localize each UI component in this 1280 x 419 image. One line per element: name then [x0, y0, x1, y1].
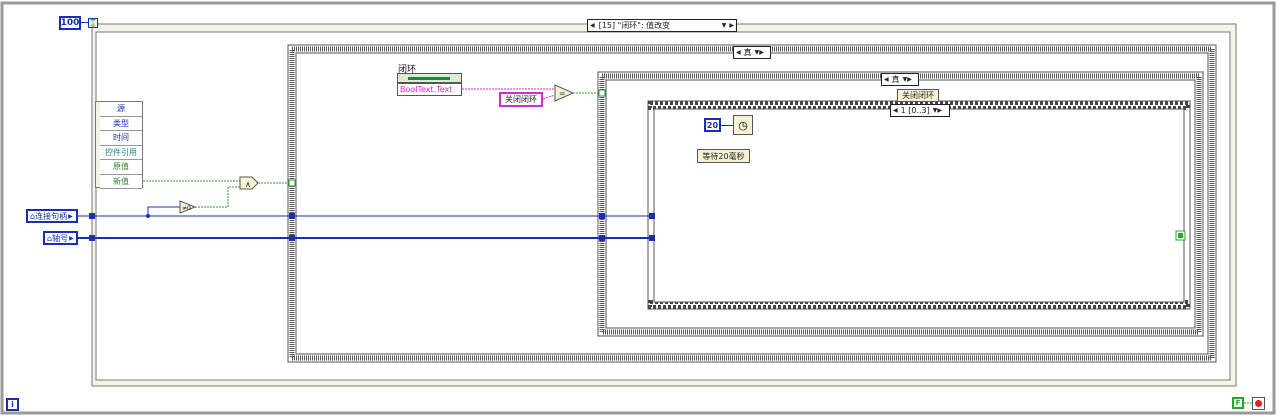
sequence-selector[interactable]: ◀ 1 [0..3] ▼▶ [890, 104, 950, 117]
dropdown-icon[interactable]: ▼▶ [903, 76, 912, 83]
event-data-item: 源 [100, 102, 142, 117]
increment-arrow-icon[interactable]: ▶ [729, 22, 734, 29]
event-data-item: 原值 [100, 160, 142, 175]
wait-wire [721, 125, 733, 126]
case-2-label: 关闭闭环 [897, 89, 939, 102]
iteration-terminal: i [6, 398, 19, 411]
block-diagram-canvas: ∧ ≠0 = [0, 1, 1276, 415]
event-selector[interactable]: ◀ [15] "闭环": 值改变 ▼ ▶ [587, 19, 737, 32]
case-2-selector[interactable]: ◀ 真 ▼▶ [881, 73, 919, 86]
dropdown-icon[interactable]: ▼ [722, 22, 727, 29]
decrement-arrow-icon[interactable]: ◀ [590, 22, 595, 29]
string-constant[interactable]: 关闭闭环 [499, 92, 543, 107]
event-data-item: 类型 [100, 116, 142, 131]
timeout-constant[interactable]: 100 [59, 16, 81, 30]
event-data-item: 时间 [100, 131, 142, 146]
event-data-item: 控件引用 [100, 145, 142, 160]
event-data-item: 新值 [100, 174, 142, 189]
wait-time-constant[interactable]: 20 [704, 118, 721, 132]
svg-text:≠0: ≠0 [182, 205, 191, 212]
property-node-bool-text[interactable]: BoolText.Text [397, 83, 462, 96]
decrement-arrow-icon[interactable]: ◀ [736, 49, 741, 56]
case-1-selector[interactable]: ◀ 真 ▼▶ [733, 46, 771, 59]
property-node-header [397, 73, 462, 83]
svg-text:=: = [559, 89, 566, 98]
event-data-node: 源类型 时间 控件引用 原值 新值 [95, 101, 143, 189]
decrement-arrow-icon[interactable]: ◀ [884, 76, 889, 83]
svg-text:∧: ∧ [245, 180, 251, 189]
connection-handle-terminal[interactable]: ⌂ 连接句柄 ▶ [26, 209, 78, 223]
hourglass-icon: ⌛ [88, 18, 98, 28]
dropdown-icon[interactable]: ▼▶ [755, 49, 764, 56]
boolean-false-constant[interactable]: F [1232, 397, 1244, 409]
stop-icon[interactable] [1252, 397, 1265, 410]
decrement-arrow-icon[interactable]: ◀ [893, 107, 898, 114]
axis-number-terminal[interactable]: ⌂ 轴号 ▶ [43, 231, 78, 245]
dropdown-icon[interactable]: ▼▶ [933, 107, 942, 114]
wait-ms-icon[interactable]: ◷ [733, 115, 753, 135]
wait-label: 等待20毫秒 [697, 149, 750, 163]
